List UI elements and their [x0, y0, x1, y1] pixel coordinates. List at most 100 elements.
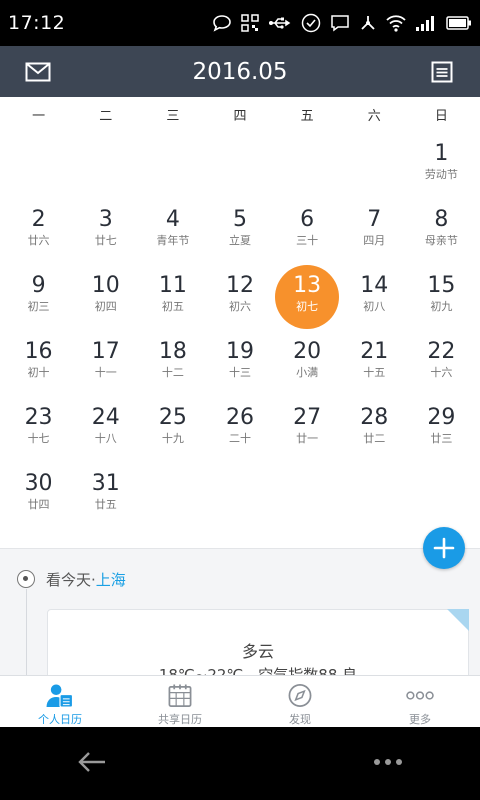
calendar-day[interactable]: 22 十六 — [408, 335, 475, 401]
status-icons — [212, 13, 472, 33]
status-time: 17:12 — [8, 12, 66, 34]
tab-label: 共享日历 — [158, 713, 202, 726]
weather-card[interactable]: 多云 18℃~22℃ 空气指数88 良 — [47, 609, 469, 676]
calendar-day[interactable]: 15 初九 — [408, 269, 475, 335]
qr-icon — [241, 14, 259, 32]
compass-icon — [288, 684, 312, 707]
weekday-label: 一 — [32, 109, 46, 124]
calendar-empty-cell — [274, 467, 341, 533]
day-lunar-label: 十八 — [94, 432, 117, 445]
calendar-day[interactable]: 25 十九 — [139, 401, 206, 467]
calendar-week-row: 16 初十 17 十一 18 十二 19 十三 20 小满 21 十五 22 十六 — [5, 335, 475, 401]
chat-bubble-icon — [213, 15, 231, 32]
calendar-day[interactable]: 21 十五 — [341, 335, 408, 401]
day-number: 9 — [31, 273, 46, 298]
day-number: 27 — [293, 405, 322, 430]
day-number: 26 — [225, 405, 254, 430]
calendar-day[interactable]: 4 青年节 — [139, 203, 206, 269]
more-dots-icon — [406, 691, 434, 700]
calendar-day[interactable]: 19 十三 — [206, 335, 273, 401]
mail-button[interactable] — [8, 46, 68, 97]
day-lunar-label: 初三 — [27, 300, 50, 313]
day-lunar-label: 十三 — [228, 366, 251, 379]
day-number: 25 — [158, 405, 187, 430]
day-number: 6 — [300, 207, 315, 232]
day-lunar-label: 廿二 — [363, 432, 386, 445]
day-lunar-label: 廿七 — [94, 234, 117, 247]
weekday-label: 二 — [99, 109, 113, 124]
menu-dots-icon — [374, 759, 402, 765]
calendar-day[interactable]: 30 廿四 — [5, 467, 72, 533]
calendar-week-row: 30 廿四 31 廿五 — [5, 467, 475, 533]
calendar-empty-cell — [139, 137, 206, 203]
calendar-day[interactable]: 28 廿二 — [341, 401, 408, 467]
today-city[interactable]: 上海 — [96, 571, 126, 589]
calendar-day[interactable]: 10 初四 — [72, 269, 139, 335]
today-heading[interactable]: 看今天·上海 — [46, 569, 126, 590]
calendar-day[interactable]: 17 十一 — [72, 335, 139, 401]
calendar-day[interactable]: 20 小满 — [274, 335, 341, 401]
calendar-day[interactable]: 1 劳动节 — [408, 137, 475, 203]
calendar-day[interactable]: 24 十八 — [72, 401, 139, 467]
status-bar: 17:12 — [0, 0, 480, 46]
day-lunar-label: 廿五 — [94, 498, 117, 511]
calendar-day[interactable]: 6 三十 — [274, 203, 341, 269]
day-number: 23 — [24, 405, 53, 430]
calendar-day[interactable]: 12 初六 — [206, 269, 273, 335]
timeline-line — [26, 589, 27, 676]
calendar-day[interactable]: 8 母亲节 — [408, 203, 475, 269]
menu-button[interactable] — [358, 737, 418, 787]
tab-more[interactable]: 更多 — [360, 676, 480, 727]
tab-discover[interactable]: 发现 — [240, 676, 360, 727]
day-number: 13 — [293, 273, 322, 298]
calendar-day[interactable]: 18 十二 — [139, 335, 206, 401]
back-button[interactable] — [62, 737, 122, 787]
day-lunar-label: 十九 — [161, 432, 184, 445]
calendar-day[interactable]: 29 廿三 — [408, 401, 475, 467]
tab-personal-calendar[interactable]: 个人日历 — [0, 676, 120, 727]
calendar-week-row: 1 劳动节 — [5, 137, 475, 203]
day-number: 19 — [225, 339, 254, 364]
calendar-day[interactable]: 7 四月 — [341, 203, 408, 269]
notes-button[interactable] — [412, 46, 472, 97]
calendar-day[interactable]: 26 二十 — [206, 401, 273, 467]
day-lunar-label: 初九 — [430, 300, 453, 313]
calendar-empty-cell — [72, 137, 139, 203]
calendar-day[interactable]: 3 廿七 — [72, 203, 139, 269]
tab-shared-calendar[interactable]: 共享日历 — [120, 676, 240, 727]
mail-icon — [25, 62, 51, 81]
calendar-week-row: 2 廿六 3 廿七 4 青年节 5 立夏 6 三十 7 四月 8 母亲节 — [5, 203, 475, 269]
calendar-empty-cell — [274, 137, 341, 203]
calendar-day-today[interactable]: 13 初七 — [274, 265, 341, 335]
day-number: 24 — [91, 405, 120, 430]
calendar-day[interactable]: 23 十七 — [5, 401, 72, 467]
calendar-day[interactable]: 5 立夏 — [206, 203, 273, 269]
calendar-day[interactable]: 2 廿六 — [5, 203, 72, 269]
day-lunar-label: 初八 — [363, 300, 386, 313]
calendar-day[interactable]: 27 廿一 — [274, 401, 341, 467]
system-nav-bar — [0, 727, 480, 800]
day-lunar-label: 小满 — [296, 366, 319, 379]
day-lunar-label: 青年节 — [156, 234, 190, 247]
calendar-grid: 1 劳动节 2 廿六 3 廿七 4 青年节 5 立夏 6 三十 7 四月 8 母亲节 9 初三 10 初四 11 初五 12… — [5, 137, 475, 533]
calendar-day[interactable]: 9 初三 — [5, 269, 72, 335]
day-number: 15 — [427, 273, 456, 298]
calendar-day[interactable]: 31 廿五 — [72, 467, 139, 533]
month-title[interactable]: 2016.05 — [192, 59, 287, 85]
calendar-empty-cell — [408, 467, 475, 533]
today-section: 看今天·上海 多云 18℃~22℃ 空气指数88 良 — [0, 548, 480, 676]
day-number: 3 — [98, 207, 113, 232]
calendar-empty-cell — [206, 467, 273, 533]
calendar-day[interactable]: 16 初十 — [5, 335, 72, 401]
calendar-empty-cell — [139, 467, 206, 533]
network-icon — [361, 16, 375, 30]
weekday-label: 日 — [434, 109, 448, 124]
day-lunar-label: 二十 — [228, 432, 251, 445]
add-event-button[interactable] — [423, 527, 465, 569]
calendar-day[interactable]: 11 初五 — [139, 269, 206, 335]
check-circle-icon — [301, 13, 321, 33]
calendar-day[interactable]: 14 初八 — [341, 269, 408, 335]
weather-condition: 多云 — [241, 642, 274, 661]
card-fold-icon — [447, 609, 469, 631]
day-number: 16 — [24, 339, 53, 364]
